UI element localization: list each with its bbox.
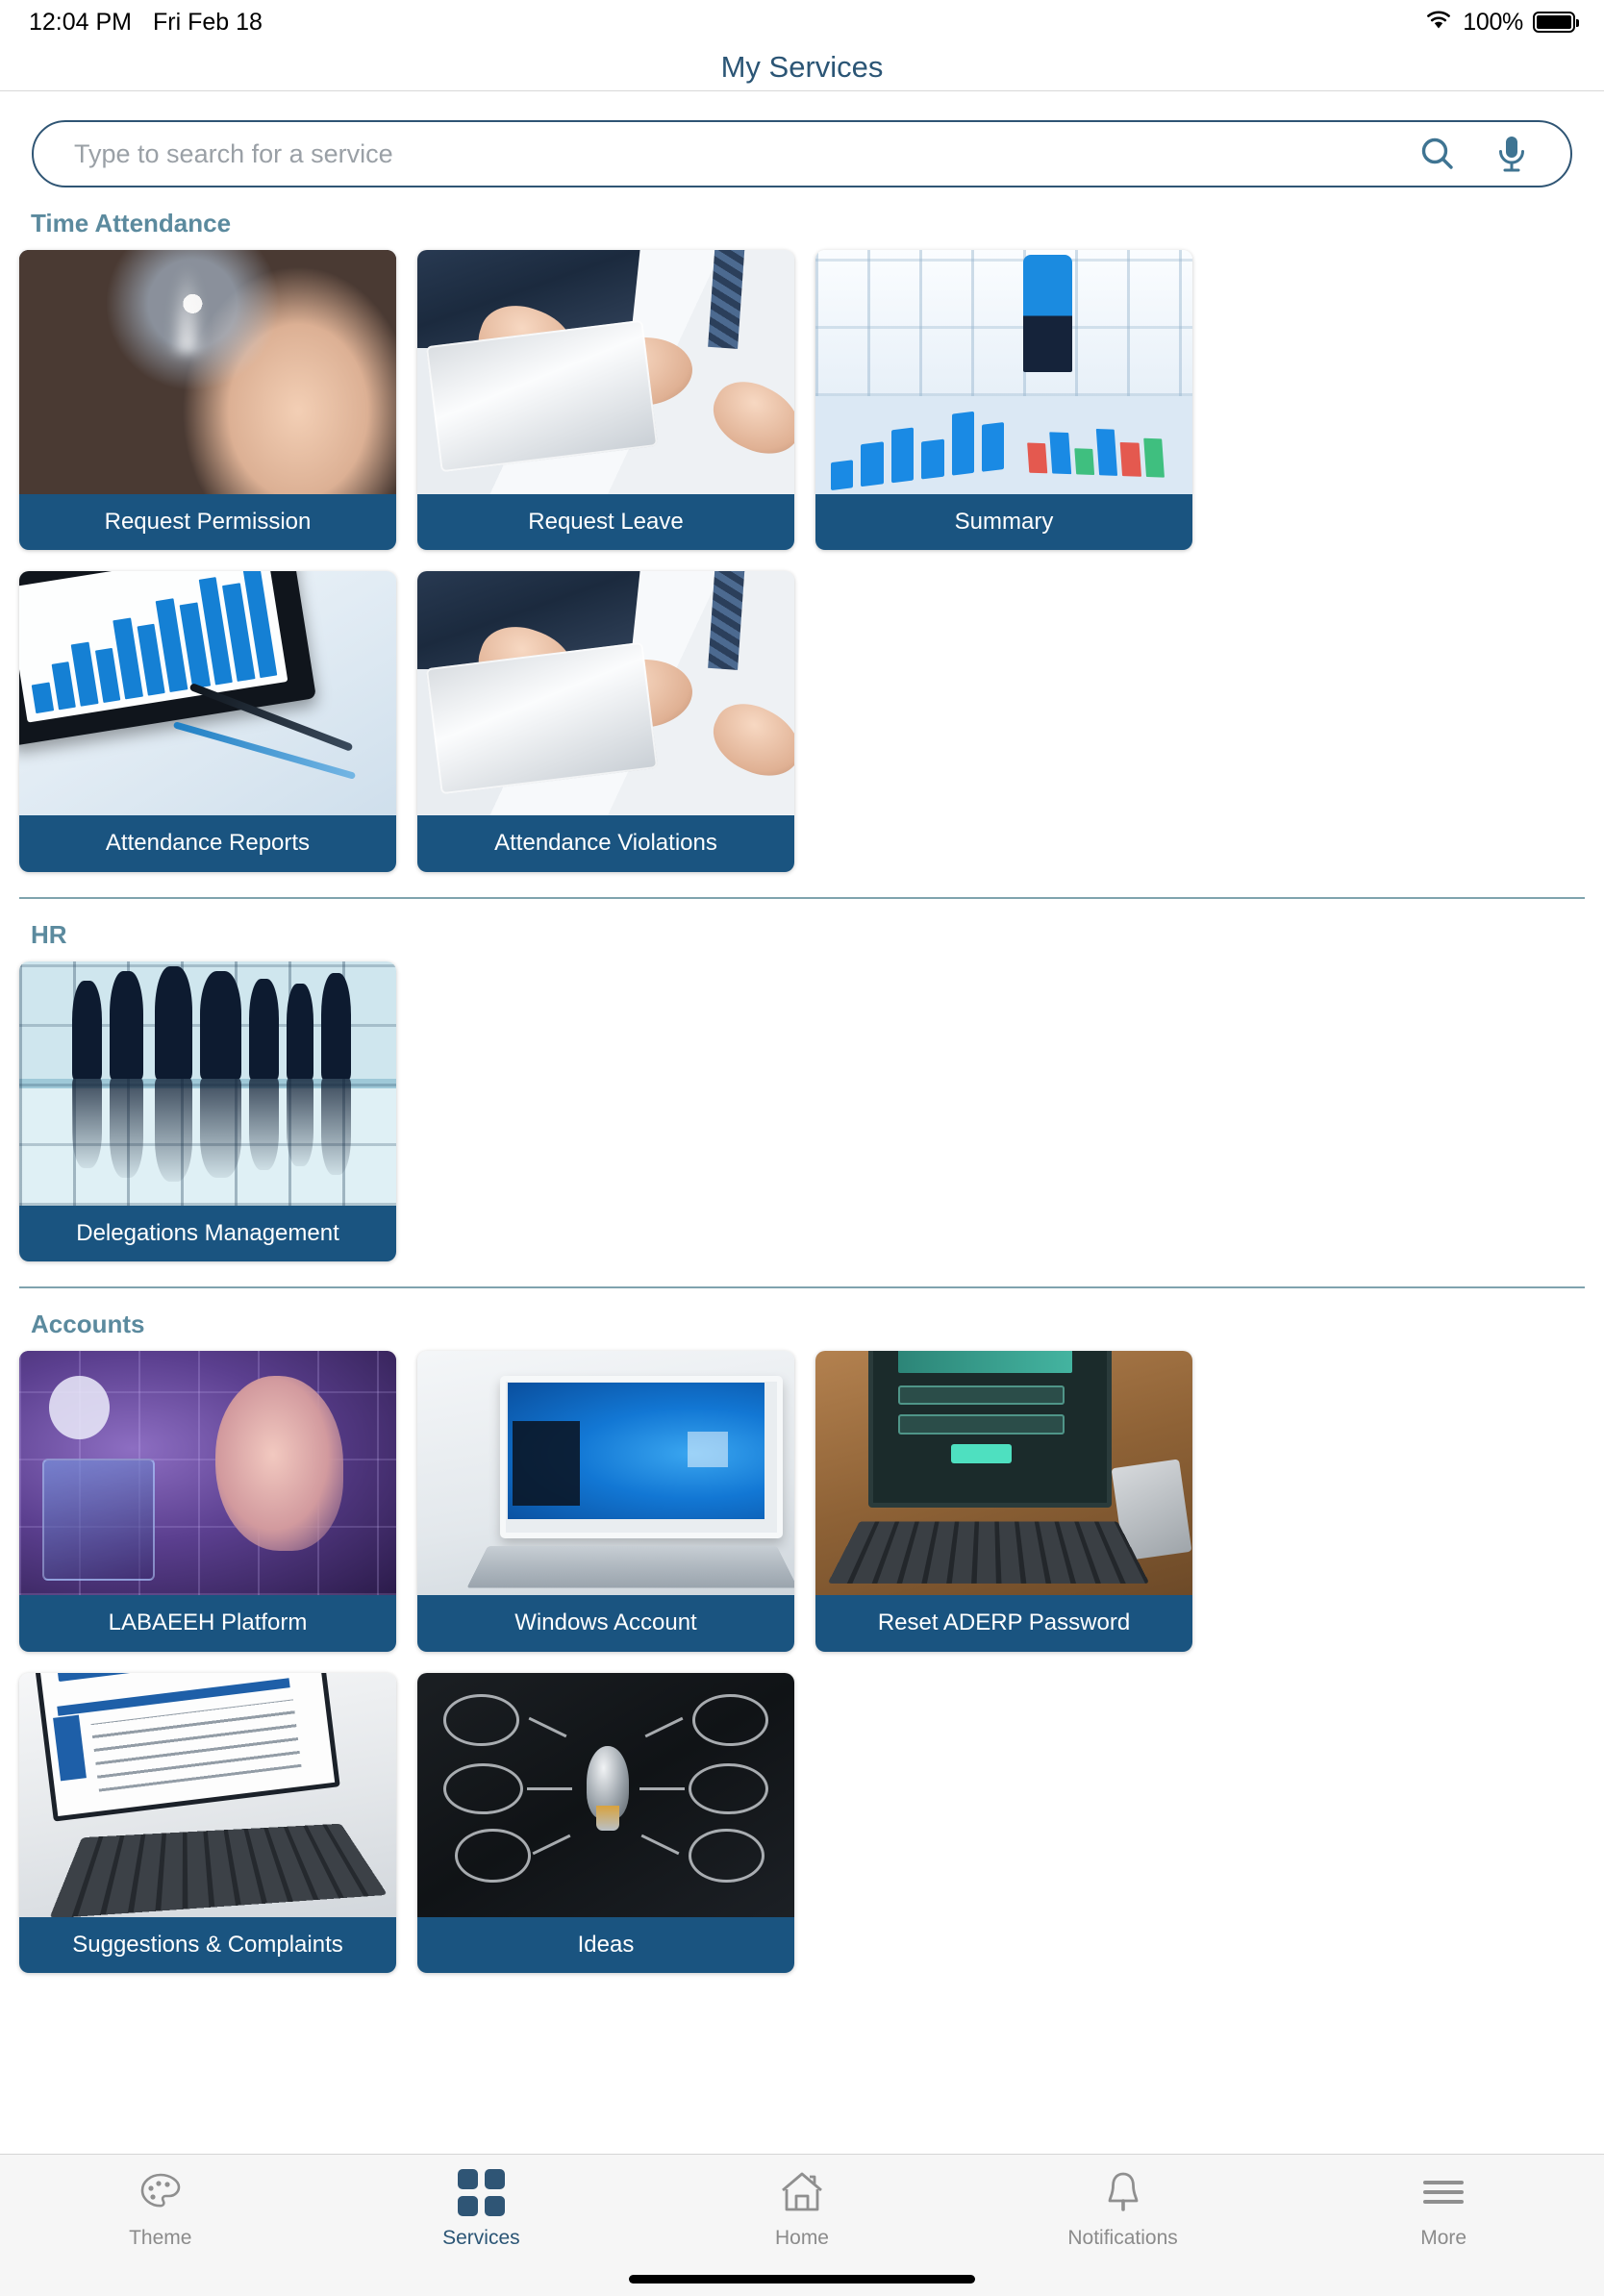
service-card-suggestions-complaints[interactable]: Suggestions & Complaints [19, 1672, 396, 1973]
service-card-attendance-reports[interactable]: Attendance Reports [19, 571, 396, 872]
tab-label: Home [774, 2227, 829, 2249]
tab-more[interactable]: More [1283, 2155, 1604, 2262]
service-card-delegations-management[interactable]: Delegations Management [19, 961, 396, 1262]
service-card-grid: Request Permission Request Leave Summary… [19, 250, 1585, 872]
card-image [417, 571, 794, 816]
status-bar-left: 12:04 PM Fri Feb 18 [29, 9, 263, 37]
palette-icon [138, 2167, 184, 2217]
card-label: Reset ADERP Password [815, 1595, 1192, 1652]
section-heading: Accounts [31, 1310, 145, 1339]
card-label: Request Permission [19, 494, 396, 551]
service-card-request-leave[interactable]: Request Leave [417, 250, 794, 551]
card-image [815, 1351, 1192, 1596]
card-image [19, 1351, 396, 1596]
battery-percent: 100% [1463, 8, 1523, 36]
tab-home[interactable]: Home [641, 2155, 963, 2262]
card-image [417, 1351, 794, 1596]
grid-squares-icon [457, 2167, 505, 2217]
tab-label: Notifications [1067, 2227, 1178, 2249]
bottom-tab-bar: Theme Services Home Notifications More [0, 2154, 1604, 2296]
navigation-bar: My Services [0, 44, 1604, 91]
search-bar[interactable] [32, 120, 1572, 187]
tab-notifications[interactable]: Notifications [963, 2155, 1284, 2262]
card-label: Summary [815, 494, 1192, 551]
status-date: Fri Feb 18 [153, 8, 263, 36]
page-title: My Services [720, 50, 884, 84]
status-bar: 12:04 PM Fri Feb 18 100% [0, 0, 1604, 44]
card-image [417, 1672, 794, 1917]
service-card-grid: Delegations Management [19, 961, 1585, 1262]
search-icon[interactable] [1418, 135, 1457, 173]
section-hr: HR Delegations Management [0, 899, 1604, 1289]
card-label: Windows Account [417, 1595, 794, 1652]
card-label: Suggestions & Complaints [19, 1916, 396, 1973]
card-image [19, 571, 396, 816]
status-bar-right: 100% [1424, 8, 1579, 37]
section-time-attendance: Time Attendance Request Permission Reque… [0, 187, 1604, 899]
hamburger-menu-icon [1421, 2167, 1466, 2217]
section-heading: Time Attendance [31, 209, 232, 237]
tab-label: Services [442, 2227, 520, 2249]
search-input[interactable] [74, 138, 1418, 169]
card-image [19, 961, 396, 1206]
card-label: LABAEEH Platform [19, 1595, 396, 1652]
house-icon [778, 2167, 826, 2217]
card-image [815, 250, 1192, 494]
microphone-icon[interactable] [1495, 134, 1528, 174]
card-image [417, 250, 794, 494]
bell-icon [1102, 2167, 1144, 2217]
section-heading: HR [31, 919, 67, 949]
tab-theme[interactable]: Theme [0, 2155, 321, 2262]
search-actions [1418, 134, 1543, 174]
service-card-reset-aderp-password[interactable]: Reset ADERP Password [815, 1351, 1192, 1652]
card-label: Attendance Reports [19, 815, 396, 872]
section-accounts: Accounts LABAEEH Platform Windows Accoun… [0, 1288, 1604, 1973]
service-card-windows-account[interactable]: Windows Account [417, 1351, 794, 1652]
card-label: Delegations Management [19, 1205, 396, 1262]
tab-list: Theme Services Home Notifications More [0, 2155, 1604, 2262]
tab-label: Theme [129, 2227, 192, 2249]
tab-label: More [1420, 2227, 1467, 2249]
battery-full-icon [1533, 12, 1579, 33]
services-scroll-area[interactable]: Time Attendance Request Permission Reque… [0, 92, 1604, 2154]
tab-services[interactable]: Services [321, 2155, 642, 2262]
service-card-attendance-violations[interactable]: Attendance Violations [417, 571, 794, 872]
service-card-grid: LABAEEH Platform Windows Account Reset A… [19, 1351, 1585, 1973]
wifi-icon [1424, 9, 1453, 37]
card-image [19, 250, 396, 494]
card-label: Ideas [417, 1916, 794, 1973]
service-card-summary[interactable]: Summary [815, 250, 1192, 551]
service-card-ideas[interactable]: Ideas [417, 1672, 794, 1973]
card-label: Attendance Violations [417, 815, 794, 872]
status-time: 12:04 PM [29, 8, 133, 36]
service-card-labaeeh-platform[interactable]: LABAEEH Platform [19, 1351, 396, 1652]
service-card-request-permission[interactable]: Request Permission [19, 250, 396, 551]
search-container [0, 92, 1604, 187]
card-image [19, 1672, 396, 1917]
home-indicator [629, 2275, 975, 2284]
card-label: Request Leave [417, 494, 794, 551]
